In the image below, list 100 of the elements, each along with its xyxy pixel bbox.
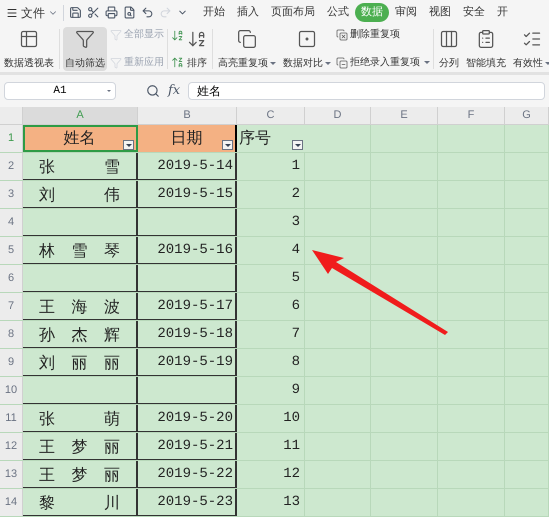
table-cell: 王梦丽 [23,461,138,488]
table-cell: 2019-5-15 [138,181,237,208]
table-cell: 1 [237,153,305,180]
column-header[interactable]: A [23,107,138,124]
table-cell: 5 [237,265,305,292]
column-header[interactable]: B [138,107,237,124]
table-cell: 2019-5-18 [138,321,237,348]
save-icon[interactable] [69,6,82,19]
row-number[interactable]: 10 [0,377,23,404]
table-cell: 4 [237,237,305,264]
table-cell: 孙杰辉 [23,321,138,348]
row-number[interactable]: 11 [0,405,23,432]
ribbon-button[interactable]: 高亮重复项 [216,26,278,70]
ribbon-tab[interactable]: 公式 [321,3,355,22]
row-number[interactable]: 1 [0,125,23,152]
ribbon-button[interactable]: 自动筛选 [63,26,107,70]
ribbon-tab[interactable]: 安全 [457,3,491,22]
column-title: 日期 [170,128,202,148]
sort-ascending-icon[interactable] [171,28,184,42]
row-number[interactable]: 8 [0,321,23,348]
row-number[interactable]: 14 [0,489,23,516]
caret-icon [424,61,430,64]
table-cell: 张萌 [23,405,138,432]
table-icon [19,28,39,48]
row-number[interactable]: 4 [0,209,23,236]
table-cell: 6 [237,293,305,320]
table-cell: 2019-5-20 [138,405,237,432]
table-cell: 王梦丽 [23,433,138,460]
row-number[interactable]: 2 [0,153,23,180]
column-header[interactable]: D [305,107,371,124]
table-cell: 2019-5-14 [138,153,237,180]
ribbon-button[interactable]: 分列 [437,26,461,70]
filter-dropdown-button[interactable] [123,140,134,150]
column-header[interactable]: G [505,107,549,124]
table-cell: 2 [237,181,305,208]
sort-descending-icon[interactable] [171,56,184,68]
table-cell: 林雪琴 [23,237,138,264]
row-number[interactable]: 5 [0,237,23,264]
row-number[interactable]: 6 [0,265,23,292]
filter-icon [110,28,122,40]
undo-icon[interactable] [141,6,154,19]
table-cell: 9 [237,377,305,404]
table-cell: 7 [237,321,305,348]
printer-icon[interactable] [105,6,118,19]
zoom-icon[interactable] [146,84,160,98]
ribbon-tab[interactable]: 数据 [355,3,389,22]
clipboard-icon [476,28,496,48]
ribbon-button[interactable]: 有效性 [511,26,549,70]
table-cell: 张雪 [23,153,138,180]
ribbon-button[interactable]: 拒绝录入重复项 [336,56,430,68]
column-header[interactable]: C [237,107,305,124]
ribbon-button[interactable]: 数据透视表 [2,26,56,70]
formula-field[interactable]: 姓名 [188,82,545,100]
filter-icon [75,28,95,48]
row-number[interactable]: 9 [0,349,23,376]
filter-dropdown-button[interactable] [292,140,303,150]
filter-icon [110,56,122,68]
table-cell: 2019-5-19 [138,349,237,376]
table-cell: 11 [237,433,305,460]
ribbon-tab[interactable]: 页面布局 [265,3,321,22]
row-number[interactable]: 12 [0,433,23,460]
file-menu[interactable]: 文件 [6,4,58,22]
ribbon-tab[interactable]: 视图 [423,3,457,22]
ribbon-tab[interactable]: 开 [491,3,514,22]
ribbon-tab[interactable]: 审阅 [389,3,423,22]
columns-icon [439,28,459,48]
column-header[interactable]: E [371,107,438,124]
scissors-icon[interactable] [87,6,100,19]
caret-icon [270,62,276,65]
column-header[interactable]: F [438,107,505,124]
fx-label: fx [168,82,180,100]
ribbon-tab[interactable]: 开始 [197,3,231,22]
copy-minus-icon [336,56,348,68]
table-cell: 黎川 [23,489,138,516]
table-cell: 王海波 [23,293,138,320]
square-icon [297,28,317,48]
ribbon-button[interactable]: 数据对比 [281,26,333,70]
table-cell: 8 [237,349,305,376]
ribbon-button[interactable]: 删除重复项 [336,28,430,40]
table-cell: 12 [237,461,305,488]
ribbon-tab[interactable]: 插入 [231,3,265,22]
print-preview-icon[interactable] [123,6,136,19]
row-number[interactable]: 7 [0,293,23,320]
row-number[interactable]: 3 [0,181,23,208]
copy-icon [237,28,257,48]
filter-dropdown-button[interactable] [222,140,233,150]
copy-x-icon [336,28,348,40]
table-cell: 2019-5-22 [138,461,237,488]
table-cell: 2019-5-16 [138,237,237,264]
column-title: 姓名 [64,128,96,148]
ribbon-button[interactable]: 智能填充 [464,26,508,70]
menu-icon [6,6,18,18]
row-number[interactable]: 13 [0,461,23,488]
table-cell: 2019-5-23 [138,489,237,516]
table-cell: 2019-5-17 [138,293,237,320]
name-box[interactable]: A1 [4,82,116,100]
sort-icon [187,28,207,48]
sort-button[interactable]: 排序 [185,26,209,70]
caret-icon [325,62,331,65]
table-cell: 刘丽丽 [23,349,138,376]
